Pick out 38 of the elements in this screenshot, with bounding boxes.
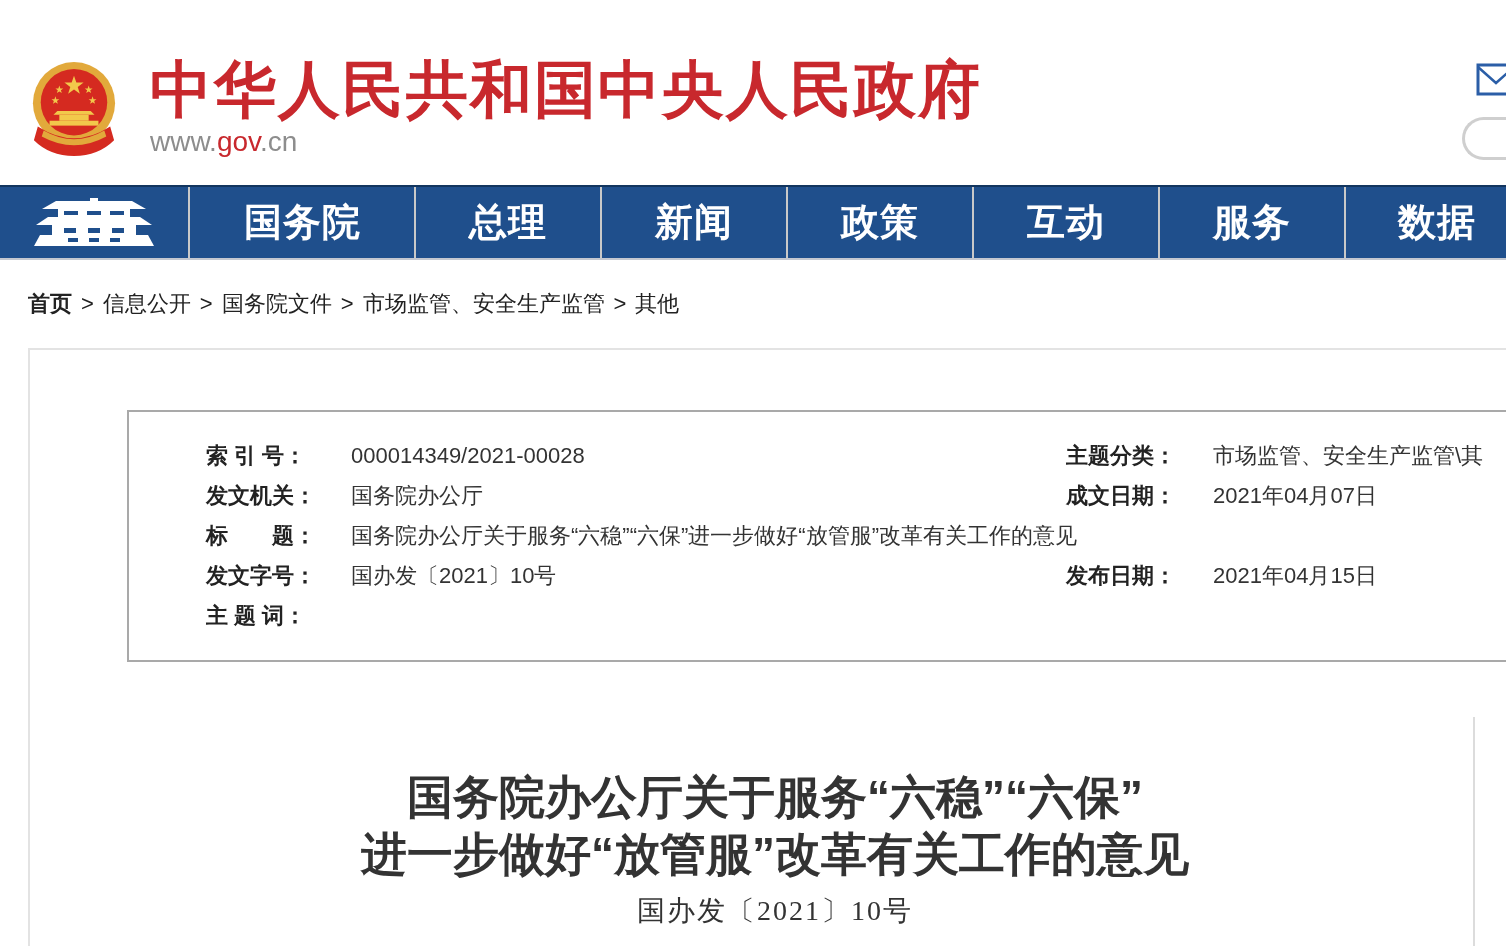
field-value: 2021年04月15日 — [1213, 562, 1378, 590]
document-number: 国办发〔2021〕10号 — [637, 894, 913, 928]
field-value: 000014349/2021-00028 — [351, 443, 586, 469]
nav-link[interactable]: 数据 — [1346, 187, 1506, 258]
nav-link[interactable]: 国务院 — [190, 187, 414, 258]
nav-link[interactable]: 政策 — [788, 187, 972, 258]
breadcrumb-separator: > — [613, 291, 627, 317]
site-url[interactable]: www.gov.cn — [150, 126, 298, 158]
field-label: 主 题 词： — [206, 602, 308, 630]
field-value: 国务院办公厅 — [351, 482, 484, 510]
breadcrumb-link[interactable]: 首页 — [28, 289, 72, 319]
nav-link[interactable]: 互动 — [974, 187, 1158, 258]
breadcrumb-link[interactable]: 信息公开 — [102, 289, 191, 319]
field-value: 国务院办公厅关于服务“六稳”“六保”进一步做好“放管服”改革有关工作的意见 — [351, 522, 1078, 550]
field-label: 索 引 号： — [206, 442, 308, 470]
field-label: 发文机关： — [206, 482, 317, 510]
field-label: 标 题： — [206, 522, 317, 550]
search-field[interactable] — [1462, 117, 1506, 160]
palace-icon[interactable] — [34, 197, 154, 248]
breadcrumb-link[interactable]: 国务院文件 — [221, 289, 332, 319]
field-label: 成文日期： — [1066, 482, 1177, 510]
site-title: 中华人民共和国中央人民政府 — [150, 56, 982, 124]
mail-icon[interactable] — [1476, 63, 1506, 96]
field-value: 2021年04月07日 — [1213, 482, 1378, 510]
breadcrumb-link[interactable]: 其他 — [635, 289, 680, 319]
field-label: 发文字号： — [206, 562, 317, 590]
nav-link[interactable]: 服务 — [1160, 187, 1344, 258]
field-value: 国办发〔2021〕10号 — [351, 562, 558, 590]
document-title: 国务院办公厅关于服务“六稳”“六保” 进一步做好“放管服”改革有关工作的意见 — [361, 770, 1189, 882]
nav-link[interactable]: 总理 — [416, 187, 600, 258]
breadcrumb-separator: > — [81, 291, 94, 317]
breadcrumb-link[interactable]: 市场监管、安全生产监管 — [362, 289, 605, 319]
nav-link[interactable]: 新闻 — [602, 187, 786, 258]
field-value: 市场监管、安全生产监管\其 — [1213, 442, 1485, 470]
breadcrumb-separator: > — [340, 291, 354, 317]
breadcrumb-separator: > — [199, 291, 213, 317]
field-label: 主题分类： — [1066, 442, 1177, 470]
field-label: 发布日期： — [1066, 562, 1177, 590]
